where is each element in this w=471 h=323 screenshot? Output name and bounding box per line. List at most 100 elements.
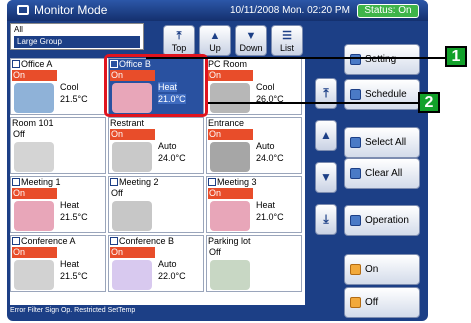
tile-mode: Heat bbox=[256, 200, 276, 210]
up-icon: ▲ bbox=[209, 30, 221, 42]
legend-line-1: Group Schedule Op. Controlled Mode bbox=[10, 298, 128, 305]
tile-temp: 24.0°C bbox=[256, 153, 284, 163]
parking-icon bbox=[210, 260, 250, 290]
tile-mode: Heat bbox=[60, 259, 80, 269]
unit-tile-restrant[interactable]: Restrant On Auto 24.0°C bbox=[108, 117, 204, 174]
unit-tile-entrance[interactable]: Entrance On Auto 24.0°C bbox=[206, 117, 302, 174]
tile-state: Off bbox=[110, 188, 155, 199]
group-icon bbox=[12, 60, 20, 68]
tile-state: On bbox=[110, 247, 155, 258]
tile-temp: 21.5°C bbox=[60, 94, 88, 104]
tile-mode: Heat bbox=[60, 200, 80, 210]
computer-icon bbox=[210, 83, 250, 113]
tile-state: Off bbox=[12, 129, 57, 140]
down-button[interactable]: ▼ Down bbox=[235, 25, 267, 56]
group-current: Large Group bbox=[14, 36, 140, 48]
list-button[interactable]: ☰ List bbox=[271, 25, 303, 56]
tile-name: Conference B bbox=[119, 236, 175, 246]
unit-tile-office-a[interactable]: Office A On Cool 21.5°C bbox=[10, 58, 106, 115]
callout-2: 2 bbox=[418, 92, 440, 113]
tile-mode: Auto bbox=[158, 141, 177, 151]
tile-state: On bbox=[208, 70, 253, 81]
tile-name: Conference A bbox=[21, 236, 76, 246]
callout-line-1 bbox=[146, 57, 446, 59]
room-icon bbox=[14, 142, 54, 172]
tile-temp: 21.5°C bbox=[60, 212, 88, 222]
tile-name: PC Room bbox=[208, 59, 248, 69]
tile-temp: 21.0°C bbox=[256, 212, 284, 222]
group-selector[interactable]: All Large Group bbox=[10, 23, 144, 50]
clear-all-button[interactable]: Clear All bbox=[344, 158, 420, 189]
list-icon: ☰ bbox=[282, 30, 292, 42]
legend-line-2: Error Filter Sign Op. Restricted SetTemp bbox=[10, 307, 136, 314]
setting-button[interactable]: Setting bbox=[344, 44, 420, 75]
datetime: 10/11/2008 Mon. 02:20 PM bbox=[230, 5, 350, 16]
office-icon bbox=[14, 83, 54, 113]
selected-tile-highlight bbox=[104, 54, 208, 117]
conference-icon bbox=[14, 260, 54, 290]
select-all-button[interactable]: Select All bbox=[344, 127, 420, 158]
down-icon: ▼ bbox=[245, 30, 257, 42]
meeting-icon bbox=[210, 201, 250, 231]
callout-1: 1 bbox=[445, 46, 467, 67]
meeting-icon bbox=[112, 201, 152, 231]
group-all-label: All bbox=[14, 25, 23, 34]
tile-name: Restrant bbox=[110, 118, 145, 128]
entrance-icon bbox=[210, 142, 250, 172]
operation-button[interactable]: Operation bbox=[344, 205, 420, 236]
clear-all-icon bbox=[350, 168, 361, 179]
schedule-icon bbox=[350, 89, 361, 100]
conference-icon bbox=[112, 260, 152, 290]
on-button[interactable]: On bbox=[344, 254, 420, 285]
tile-name: Room 101 bbox=[12, 118, 54, 128]
select-all-icon bbox=[350, 137, 361, 148]
tile-temp: 21.5°C bbox=[60, 271, 88, 281]
scroll-bottom-button[interactable]: ⤓ bbox=[315, 204, 337, 235]
top-button[interactable]: ⤒ Top bbox=[163, 25, 195, 56]
unit-tile-meeting-2[interactable]: Meeting 2 Off bbox=[108, 176, 204, 233]
scroll-down-button[interactable]: ▼ bbox=[315, 162, 337, 193]
unit-tile-meeting-1[interactable]: Meeting 1 On Heat 21.5°C bbox=[10, 176, 106, 233]
monitor-icon bbox=[17, 5, 29, 15]
tile-name: Parking lot bbox=[208, 236, 251, 246]
unit-tile-pc-room[interactable]: PC Room On Cool 26.0°C bbox=[206, 58, 302, 115]
tile-state: On bbox=[12, 247, 57, 258]
unit-tile-conference-b[interactable]: Conference B On Auto 22.0°C bbox=[108, 235, 204, 292]
tile-state: Off bbox=[208, 247, 253, 258]
tile-name: Meeting 2 bbox=[119, 177, 159, 187]
unit-tile-parking-lot[interactable]: Parking lot Off bbox=[206, 235, 302, 292]
tile-temp: 22.0°C bbox=[158, 271, 186, 281]
title-bar: Monitor Mode 10/11/2008 Mon. 02:20 PM St… bbox=[7, 0, 428, 21]
callout-line-2 bbox=[208, 102, 420, 104]
tile-mode: Cool bbox=[256, 82, 275, 92]
scroll-up-button[interactable]: ▲ bbox=[315, 120, 337, 151]
tile-state: On bbox=[12, 188, 57, 199]
unit-tile-room-101[interactable]: Room 101 Off bbox=[10, 117, 106, 174]
group-icon bbox=[110, 237, 118, 245]
up-button[interactable]: ▲ Up bbox=[199, 25, 231, 56]
tile-state: On bbox=[12, 70, 57, 81]
group-icon bbox=[208, 178, 216, 186]
power-on-icon bbox=[350, 264, 361, 275]
group-icon bbox=[110, 178, 118, 186]
tile-temp: 24.0°C bbox=[158, 153, 186, 163]
unit-tile-conference-a[interactable]: Conference A On Heat 21.5°C bbox=[10, 235, 106, 292]
tile-name: Office A bbox=[21, 59, 53, 69]
unit-tile-meeting-3[interactable]: Meeting 3 On Heat 21.0°C bbox=[206, 176, 302, 233]
tile-name: Entrance bbox=[208, 118, 245, 128]
tile-state: On bbox=[110, 129, 155, 140]
window-title: Monitor Mode bbox=[34, 3, 108, 17]
status-badge: Status: On bbox=[357, 4, 419, 18]
top-icon: ⤒ bbox=[176, 30, 182, 42]
power-off-icon bbox=[350, 297, 361, 308]
tile-state: On bbox=[208, 129, 253, 140]
tile-name: Meeting 1 bbox=[21, 177, 61, 187]
tile-name: Meeting 3 bbox=[217, 177, 257, 187]
operation-icon bbox=[350, 215, 361, 226]
restaurant-icon bbox=[112, 142, 152, 172]
off-button[interactable]: Off bbox=[344, 287, 420, 318]
group-icon bbox=[12, 237, 20, 245]
schedule-button[interactable]: Schedule bbox=[344, 79, 420, 110]
tile-mode: Auto bbox=[158, 259, 177, 269]
scroll-top-button[interactable]: ⤒ bbox=[315, 78, 337, 109]
